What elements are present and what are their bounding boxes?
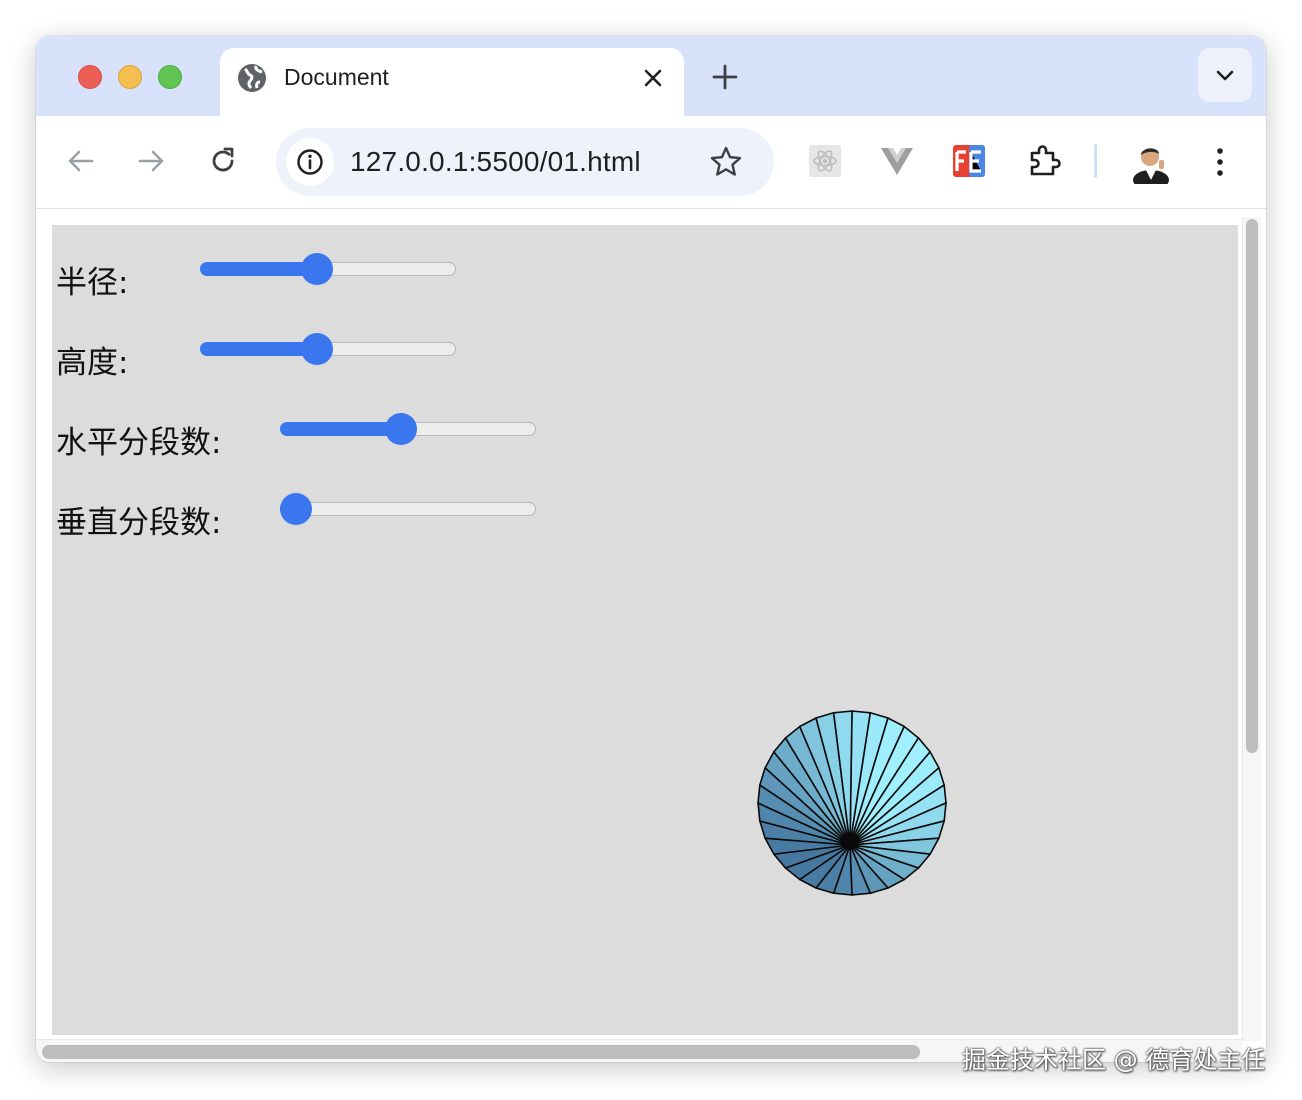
more-menu-icon[interactable]	[1208, 144, 1232, 180]
page-viewport: 半径: 高度: 水平分段数: 垂直分段数:	[36, 209, 1266, 1062]
url-text: 127.0.0.1:5500/01.html	[350, 146, 641, 177]
slider-thumb	[280, 493, 312, 525]
forward-arrow-icon[interactable]	[134, 144, 168, 178]
radius-slider[interactable]	[200, 253, 456, 285]
browser-window: Document 127.0.0.1:5500/01.html 半径: 高度: …	[36, 36, 1266, 1062]
tab-title: Document	[284, 64, 389, 90]
globe-icon	[238, 64, 266, 92]
reload-icon[interactable]	[206, 144, 240, 178]
chevron-down-icon	[1216, 70, 1234, 81]
tab-search-button[interactable]	[1198, 48, 1252, 102]
horizontal-scroll-thumb[interactable]	[42, 1045, 920, 1059]
vertical-scrollbar[interactable]	[1242, 217, 1261, 1041]
maximize-window-button[interactable]	[158, 65, 182, 89]
new-tab-icon[interactable]	[708, 60, 742, 94]
extensions-puzzle-icon[interactable]	[1024, 142, 1062, 180]
back-arrow-icon[interactable]	[64, 144, 98, 178]
vue-devtools-icon[interactable]	[878, 142, 916, 180]
slider-thumb	[300, 333, 333, 365]
height-segments-slider[interactable]	[280, 493, 536, 525]
bookmark-star-icon[interactable]	[708, 144, 744, 180]
page-content: 半径: 高度: 水平分段数: 垂直分段数:	[52, 225, 1238, 1035]
watermark: 掘金技术社区 @ 德育处主任	[962, 1046, 1266, 1074]
close-window-button[interactable]	[78, 65, 102, 89]
radius-label: 半径:	[56, 265, 129, 301]
react-devtools-icon[interactable]	[806, 142, 844, 180]
slider-thumb	[300, 253, 333, 285]
height-label: 高度:	[56, 345, 129, 381]
cone-mesh	[757, 710, 947, 896]
radial-segments-label: 水平分段数:	[56, 425, 222, 461]
toolbar: 127.0.0.1:5500/01.html	[36, 116, 1266, 209]
info-icon	[297, 149, 323, 175]
radial-segments-slider[interactable]	[280, 413, 536, 445]
fe-helper-icon[interactable]	[950, 142, 988, 180]
slider-thumb	[385, 413, 418, 445]
vertical-scroll-thumb[interactable]	[1246, 219, 1258, 753]
minimize-window-button[interactable]	[118, 65, 142, 89]
tab-document[interactable]: Document	[220, 48, 684, 116]
site-info-button[interactable]	[286, 138, 334, 186]
height-slider[interactable]	[200, 333, 456, 365]
address-bar[interactable]: 127.0.0.1:5500/01.html	[276, 128, 774, 196]
toolbar-divider	[1094, 144, 1097, 178]
height-segments-label: 垂直分段数:	[56, 505, 222, 541]
close-tab-icon[interactable]	[638, 63, 668, 93]
title-bar: Document	[36, 36, 1266, 116]
profile-avatar[interactable]	[1130, 140, 1172, 184]
